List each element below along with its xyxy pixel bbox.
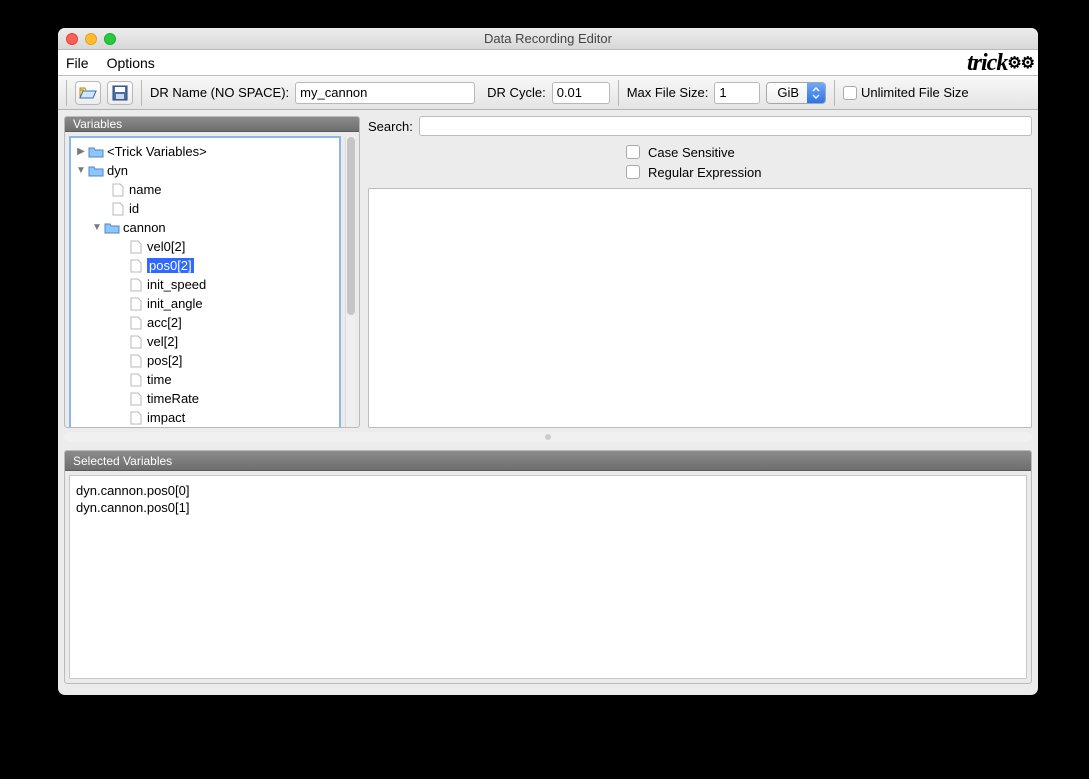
floppy-disk-icon xyxy=(112,85,128,101)
dr-cycle-label: DR Cycle: xyxy=(487,85,546,100)
tree-row[interactable]: time xyxy=(71,370,339,389)
file-icon xyxy=(128,354,144,368)
brand-logo: trick⚙⚙ xyxy=(967,50,1034,77)
file-icon xyxy=(128,335,144,349)
disclosure-open-icon[interactable]: ▼ xyxy=(91,222,103,233)
tree-row[interactable]: pos[2] xyxy=(71,351,339,370)
tree-label: init_speed xyxy=(147,277,206,292)
tree-label: acc[2] xyxy=(147,315,182,330)
list-item[interactable]: dyn.cannon.pos0[0] xyxy=(76,482,1020,499)
tree-row[interactable]: id xyxy=(71,199,339,218)
tree-row[interactable]: timeRate xyxy=(71,389,339,408)
file-icon xyxy=(128,373,144,387)
scrollbar-horizontal[interactable] xyxy=(64,432,1032,442)
window-title: Data Recording Editor xyxy=(58,31,1038,46)
brand-text: trick xyxy=(967,50,1007,76)
search-label: Search: xyxy=(368,119,413,134)
close-button[interactable] xyxy=(66,33,78,45)
tree-row[interactable]: vel[2] xyxy=(71,332,339,351)
tree-row[interactable]: pos0[2] xyxy=(71,256,339,275)
tree-label: id xyxy=(129,201,139,216)
unit-select[interactable]: GiB xyxy=(766,82,826,104)
tree-label: cannon xyxy=(123,220,166,235)
tree-label: time xyxy=(147,372,172,387)
file-icon xyxy=(110,202,126,216)
list-item[interactable]: dyn.cannon.pos0[1] xyxy=(76,499,1020,516)
search-panel: Search: Case Sensitive Regular Expressio… xyxy=(368,116,1032,428)
case-sensitive-checkbox[interactable] xyxy=(626,145,640,159)
unlimited-checkbox[interactable] xyxy=(843,86,857,100)
variables-panel: Variables ▶ <Trick Variables> ▼ dyn name… xyxy=(64,116,360,428)
regex-checkbox[interactable] xyxy=(626,165,640,179)
tree-label: vel[2] xyxy=(147,334,178,349)
save-button[interactable] xyxy=(107,81,133,105)
file-icon xyxy=(128,316,144,330)
dr-cycle-input[interactable] xyxy=(552,82,610,104)
separator xyxy=(141,80,142,106)
toolbar: DR Name (NO SPACE): DR Cycle: Max File S… xyxy=(58,76,1038,110)
folder-icon xyxy=(104,221,120,235)
file-icon xyxy=(128,411,144,425)
chevron-updown-icon xyxy=(807,83,825,103)
unit-select-label: GiB xyxy=(767,83,807,103)
max-file-size-input[interactable] xyxy=(714,82,760,104)
dr-name-input[interactable] xyxy=(295,82,475,104)
tree-label: pos[2] xyxy=(147,353,182,368)
separator xyxy=(66,80,67,106)
zoom-button[interactable] xyxy=(104,33,116,45)
search-input[interactable] xyxy=(419,116,1032,136)
tree-label-selected: pos0[2] xyxy=(147,258,194,273)
tree-label: name xyxy=(129,182,162,197)
file-icon xyxy=(128,392,144,406)
tree-label: timeRate xyxy=(147,391,199,406)
regex-label: Regular Expression xyxy=(648,165,761,180)
search-results[interactable] xyxy=(368,188,1032,428)
case-sensitive-label: Case Sensitive xyxy=(648,145,735,160)
tree-row[interactable]: ▼ dyn xyxy=(71,161,339,180)
separator xyxy=(618,80,619,106)
menubar: File Options trick⚙⚙ xyxy=(58,50,1038,76)
tree-row[interactable]: vel0[2] xyxy=(71,237,339,256)
max-file-size-label: Max File Size: xyxy=(627,85,709,100)
disclosure-closed-icon[interactable]: ▶ xyxy=(75,146,87,157)
file-icon xyxy=(128,278,144,292)
file-icon xyxy=(128,297,144,311)
menu-options[interactable]: Options xyxy=(107,55,155,71)
disclosure-open-icon[interactable]: ▼ xyxy=(75,165,87,176)
tree-label: impact xyxy=(147,410,185,425)
minimize-button[interactable] xyxy=(85,33,97,45)
menu-file[interactable]: File xyxy=(66,55,89,71)
dr-name-label: DR Name (NO SPACE): xyxy=(150,85,289,100)
titlebar: Data Recording Editor xyxy=(58,28,1038,50)
unlimited-label: Unlimited File Size xyxy=(861,85,969,100)
file-icon xyxy=(128,259,144,273)
tree-row[interactable]: init_angle xyxy=(71,294,339,313)
tree-row[interactable]: ▶ <Trick Variables> xyxy=(71,142,339,161)
file-icon xyxy=(128,240,144,254)
tree-row[interactable]: acc[2] xyxy=(71,313,339,332)
tree-label: <Trick Variables> xyxy=(107,144,207,159)
variables-header: Variables xyxy=(65,117,359,132)
separator xyxy=(834,80,835,106)
tree-label: vel0[2] xyxy=(147,239,185,254)
file-icon xyxy=(110,183,126,197)
folder-icon xyxy=(88,145,104,159)
folder-icon xyxy=(88,164,104,178)
tree-row[interactable]: impact xyxy=(71,408,339,427)
tree-label: init_angle xyxy=(147,296,203,311)
open-button[interactable] xyxy=(75,81,101,105)
tree-row[interactable]: name xyxy=(71,180,339,199)
gear-icon: ⚙⚙ xyxy=(1007,55,1034,72)
variables-tree[interactable]: ▶ <Trick Variables> ▼ dyn name id ▼ c xyxy=(69,136,341,428)
selected-variables-panel: Selected Variables dyn.cannon.pos0[0] dy… xyxy=(64,450,1032,684)
tree-row[interactable]: ▼ cannon xyxy=(71,218,339,237)
selected-variables-header: Selected Variables xyxy=(65,451,1031,471)
scrollbar-vertical[interactable] xyxy=(345,136,355,428)
tree-row[interactable]: init_speed xyxy=(71,275,339,294)
selected-variables-list[interactable]: dyn.cannon.pos0[0] dyn.cannon.pos0[1] xyxy=(69,475,1027,679)
folder-open-icon xyxy=(79,86,97,100)
tree-label: dyn xyxy=(107,163,128,178)
